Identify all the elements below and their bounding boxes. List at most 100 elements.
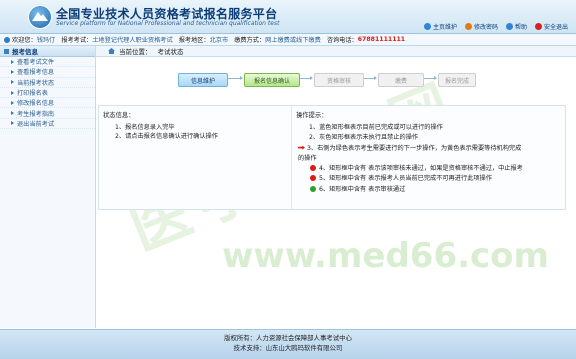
- home-icon: [108, 48, 115, 54]
- sidebar-item-view-exam-files[interactable]: 查看考试文件: [0, 57, 95, 68]
- sidebar-item-label: 退出当前考试: [17, 120, 55, 128]
- sidebar-item-label: 当前报考状态: [17, 79, 55, 87]
- pass-icon: [310, 185, 316, 192]
- change-password-label: 修改密码: [473, 24, 498, 31]
- step-payment: 缴费: [378, 73, 424, 87]
- progress-steps: 信息维护 报名信息确认 资格审核 缴费 报名完成: [176, 70, 476, 90]
- welcome-label: 欢迎您：: [12, 37, 37, 44]
- arrow-right-icon: [11, 69, 14, 74]
- header: 全国专业技术人员资格考试报名服务平台 Service platform for …: [0, 0, 576, 34]
- step-arrow-icon: [424, 76, 437, 80]
- region-label: 报考地区：: [178, 37, 210, 44]
- help-link[interactable]: 帮助: [505, 22, 527, 31]
- region-value: 北京市: [209, 37, 229, 44]
- page: 全国专业技术人员资格考试报名服务平台 Service platform for …: [0, 0, 576, 359]
- fail-icon: [310, 165, 316, 172]
- key-icon: [464, 23, 472, 30]
- sidebar-item-exit-exam[interactable]: 退出当前考试: [0, 119, 95, 130]
- sidebar-item-view-application[interactable]: 查看报考信息: [0, 67, 95, 78]
- tip-line: 5、矩形框中含有 表示报考人员当前已完成不可再进行此项操作: [318, 175, 492, 183]
- status-info-section: 状态信息： 1、报名信息录入完毕 2、请点击报名信息确认进行确认操作: [103, 108, 283, 141]
- logout-link[interactable]: 安全退出: [534, 22, 568, 31]
- arrow-right-icon: [11, 100, 14, 105]
- page-subtitle: Service platform for National Profession…: [56, 20, 280, 27]
- status-line: 1、报名信息录入完毕: [115, 124, 175, 131]
- step-arrow-icon: [300, 76, 313, 80]
- status-line: 2、请点击报名信息确认进行确认操作: [115, 133, 218, 140]
- tip-line: 4、矩形框中含有 表示该项审核未通过，如果是资格审核不通过，中止报考: [318, 165, 523, 173]
- footer-copyright: 版权所有：人力资源社会保障部人事考试中心: [224, 334, 352, 342]
- arrow-right-icon: [11, 59, 14, 64]
- user-name: 钱玛仃: [36, 37, 56, 44]
- footer: 版权所有：人力资源社会保障部人事考试中心 技术支持：山东山大鸥玛软件有限公司: [0, 329, 576, 359]
- tip-line-6: 6、矩形框中含有 表示审核通过: [296, 185, 562, 195]
- arrow-right-icon: [11, 80, 14, 85]
- step-label: 信息维护: [190, 77, 215, 85]
- home-icon: [423, 23, 431, 30]
- sidebar-item-label: 修改报名信息: [17, 100, 55, 108]
- watermark-url: www.med66.com: [222, 236, 549, 276]
- arrow-right-icon: [11, 121, 14, 126]
- panel-divider: [291, 106, 292, 209]
- arrow-right-icon: [11, 90, 14, 95]
- logout-label: 安全退出: [543, 24, 568, 31]
- fee-label: 缴费方式：: [234, 37, 266, 44]
- step-arrow-icon: [228, 76, 243, 80]
- tip-line: 2、灰色矩形框表示未执行且禁止的操作: [309, 134, 419, 142]
- step-arrow-icon: [364, 76, 377, 80]
- exam-label: 报考考试：: [61, 37, 93, 44]
- step-label: 报名信息确认: [253, 77, 290, 85]
- top-links: 主页维护 修改密码 帮助 安全退出: [423, 22, 568, 31]
- tip-line: 1、蓝色矩形框表示目前已完成或可以进行的操作: [309, 124, 443, 131]
- user-info-bar: 欢迎您： 钱玛仃 报考考试： 土地登记代理人职业资格考试 报考地区： 北京市 缴…: [0, 34, 576, 46]
- power-icon: [534, 23, 542, 30]
- sidebar-item-guide[interactable]: 考生报考指南: [0, 108, 95, 119]
- sidebar-item-edit-application[interactable]: 修改报名信息: [0, 98, 95, 109]
- phone-label: 咨询电话：: [326, 37, 358, 44]
- tip-line: 3、右侧为绿色表示考生需要进行的下一步操作，为黄色表示需要等待机构完成: [306, 144, 522, 152]
- sidebar-item-label: 查看考试文件: [17, 59, 55, 67]
- status-panel: 状态信息： 1、报名信息录入完毕 2、请点击报名信息确认进行确认操作 操作提示：…: [98, 105, 566, 210]
- tip-line-4: 4、矩形框中含有 表示该项审核未通过，如果是资格审核不通过，中止报考: [296, 164, 562, 174]
- step-label: 资格审核: [326, 77, 351, 85]
- help-icon: [505, 23, 513, 30]
- status-heading: 状态信息：: [103, 112, 135, 119]
- arrow-right-icon: [11, 111, 14, 116]
- locked-icon: [310, 175, 316, 182]
- help-label: 帮助: [514, 24, 527, 31]
- sidebar-heading-label: 报考信息: [12, 48, 38, 56]
- tips-heading: 操作提示：: [296, 112, 328, 119]
- user-icon: [4, 36, 10, 43]
- step-qualification-review: 资格审核: [314, 73, 364, 87]
- sidebar-item-label: 打印报名表: [17, 90, 48, 98]
- sidebar-item-label: 查看报考信息: [17, 69, 55, 77]
- tip-line-3: 3、右侧为绿色表示考生需要进行的下一步操作，为黄色表示需要等待机构完成: [296, 144, 562, 154]
- tip-line: 6、矩形框中含有 表示审核通过: [318, 185, 406, 193]
- sidebar: 报考信息 查看考试文件 查看报考信息 当前报考状态 打印报名表 修改报名信息 考…: [0, 46, 96, 328]
- change-password-link[interactable]: 修改密码: [464, 22, 498, 31]
- home-maintenance-link[interactable]: 主页维护: [423, 22, 457, 31]
- step-complete: 报名完成: [438, 73, 476, 87]
- tip-line: 的操作: [298, 154, 317, 162]
- sidebar-heading[interactable]: 报考信息: [0, 46, 95, 57]
- folder-icon: [4, 48, 9, 54]
- phone-number: 67881111111: [357, 36, 406, 43]
- red-arrow-icon: [298, 145, 305, 150]
- sidebar-item-label: 考生报考指南: [17, 110, 55, 118]
- exam-name: 土地登记代理人职业资格考试: [92, 37, 173, 44]
- step-label: 缴费: [394, 77, 407, 85]
- tip-line-5: 5、矩形框中含有 表示报考人员当前已完成不可再进行此项操作: [296, 174, 562, 184]
- breadcrumb-label: 当前位置：: [119, 48, 152, 56]
- footer-support: 技术支持：山东山大鸥玛软件有限公司: [233, 344, 343, 352]
- home-maintenance-label: 主页维护: [432, 24, 457, 31]
- fee-value: 网上缴费或线下缴费: [265, 37, 321, 44]
- operation-tips-section: 操作提示： 1、蓝色矩形框表示目前已完成或可以进行的操作 2、灰色矩形框表示未执…: [296, 108, 562, 195]
- step-confirm-info[interactable]: 报名信息确认: [244, 73, 300, 87]
- platform-logo: [28, 5, 52, 29]
- breadcrumb-current: 考试状态: [157, 48, 184, 56]
- step-info-maintenance[interactable]: 信息维护: [178, 73, 228, 87]
- breadcrumb: 当前位置： 考试状态: [96, 46, 576, 57]
- sidebar-item-current-status[interactable]: 当前报考状态: [0, 78, 95, 88]
- sidebar-item-print-form[interactable]: 打印报名表: [0, 88, 95, 99]
- step-label: 报名完成: [444, 77, 469, 85]
